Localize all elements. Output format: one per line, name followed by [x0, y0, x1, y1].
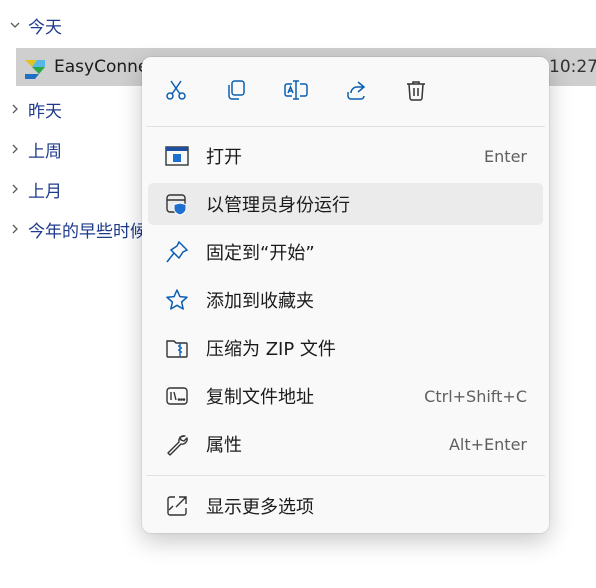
chevron-right-icon — [6, 180, 24, 198]
group-label: 今天 — [28, 17, 62, 38]
rename-button[interactable] — [281, 77, 311, 107]
copy-button[interactable] — [221, 77, 251, 107]
app-window-icon — [162, 141, 192, 171]
menu-item-compress-zip[interactable]: 压缩为 ZIP 文件 — [148, 327, 543, 369]
more-options-icon — [162, 491, 192, 521]
trash-icon — [404, 78, 428, 106]
wrench-icon — [162, 429, 192, 459]
menu-item-label: 添加到收藏夹 — [206, 291, 314, 312]
share-button[interactable] — [341, 77, 371, 107]
group-label: 上周 — [28, 141, 62, 162]
group-label: 昨天 — [28, 101, 62, 122]
delete-button[interactable] — [401, 77, 431, 107]
group-last-week[interactable]: 上周 — [6, 134, 62, 164]
menu-item-shortcut: Enter — [484, 146, 527, 166]
menu-item-label: 固定到“开始” — [206, 243, 315, 264]
pin-icon — [162, 237, 192, 267]
easyconnect-app-icon — [22, 54, 48, 80]
menu-item-show-more-options[interactable]: 显示更多选项 — [148, 485, 543, 527]
menu-item-label: 打开 — [206, 147, 242, 168]
menu-item-run-as-admin[interactable]: 以管理员身份运行 — [148, 183, 543, 225]
context-menu: 打开 Enter 以管理员身份运行 固定到“开始” 添加到收藏夹 压缩为 ZIP… — [142, 57, 549, 533]
chevron-right-icon — [6, 220, 24, 238]
file-time: 10:27 — [549, 57, 596, 77]
menu-separator — [146, 475, 545, 476]
menu-item-add-to-favorites[interactable]: 添加到收藏夹 — [148, 279, 543, 321]
copy-icon — [224, 78, 248, 106]
menu-item-properties[interactable]: 属性 Alt+Enter — [148, 423, 543, 465]
group-today[interactable]: 今天 — [6, 10, 62, 40]
group-label: 上月 — [28, 181, 62, 202]
scissors-icon — [164, 78, 188, 106]
star-icon — [162, 285, 192, 315]
share-icon — [344, 78, 368, 106]
menu-item-label: 复制文件地址 — [206, 387, 314, 408]
menu-item-shortcut: Ctrl+Shift+C — [424, 386, 527, 406]
rename-icon — [283, 78, 309, 106]
group-last-month[interactable]: 上月 — [6, 174, 62, 204]
chevron-down-icon — [6, 16, 24, 34]
menu-item-pin-to-start[interactable]: 固定到“开始” — [148, 231, 543, 273]
chevron-right-icon — [6, 100, 24, 118]
menu-item-label: 显示更多选项 — [206, 497, 314, 518]
quick-actions-bar — [142, 57, 549, 127]
menu-item-label: 以管理员身份运行 — [206, 195, 350, 216]
group-yesterday[interactable]: 昨天 — [6, 94, 62, 124]
menu-item-open[interactable]: 打开 Enter — [148, 135, 543, 177]
cut-button[interactable] — [161, 77, 191, 107]
group-earlier-this-year[interactable]: 今年的早些时候 — [6, 214, 147, 244]
menu-item-copy-path[interactable]: 复制文件地址 Ctrl+Shift+C — [148, 375, 543, 417]
chevron-right-icon — [6, 140, 24, 158]
copy-path-icon — [162, 381, 192, 411]
group-label: 今年的早些时候 — [28, 221, 147, 242]
menu-item-label: 压缩为 ZIP 文件 — [206, 339, 336, 360]
zip-folder-icon — [162, 333, 192, 363]
menu-item-shortcut: Alt+Enter — [448, 434, 527, 454]
menu-separator — [146, 126, 545, 127]
menu-item-label: 属性 — [206, 435, 242, 456]
shield-icon — [162, 189, 192, 219]
